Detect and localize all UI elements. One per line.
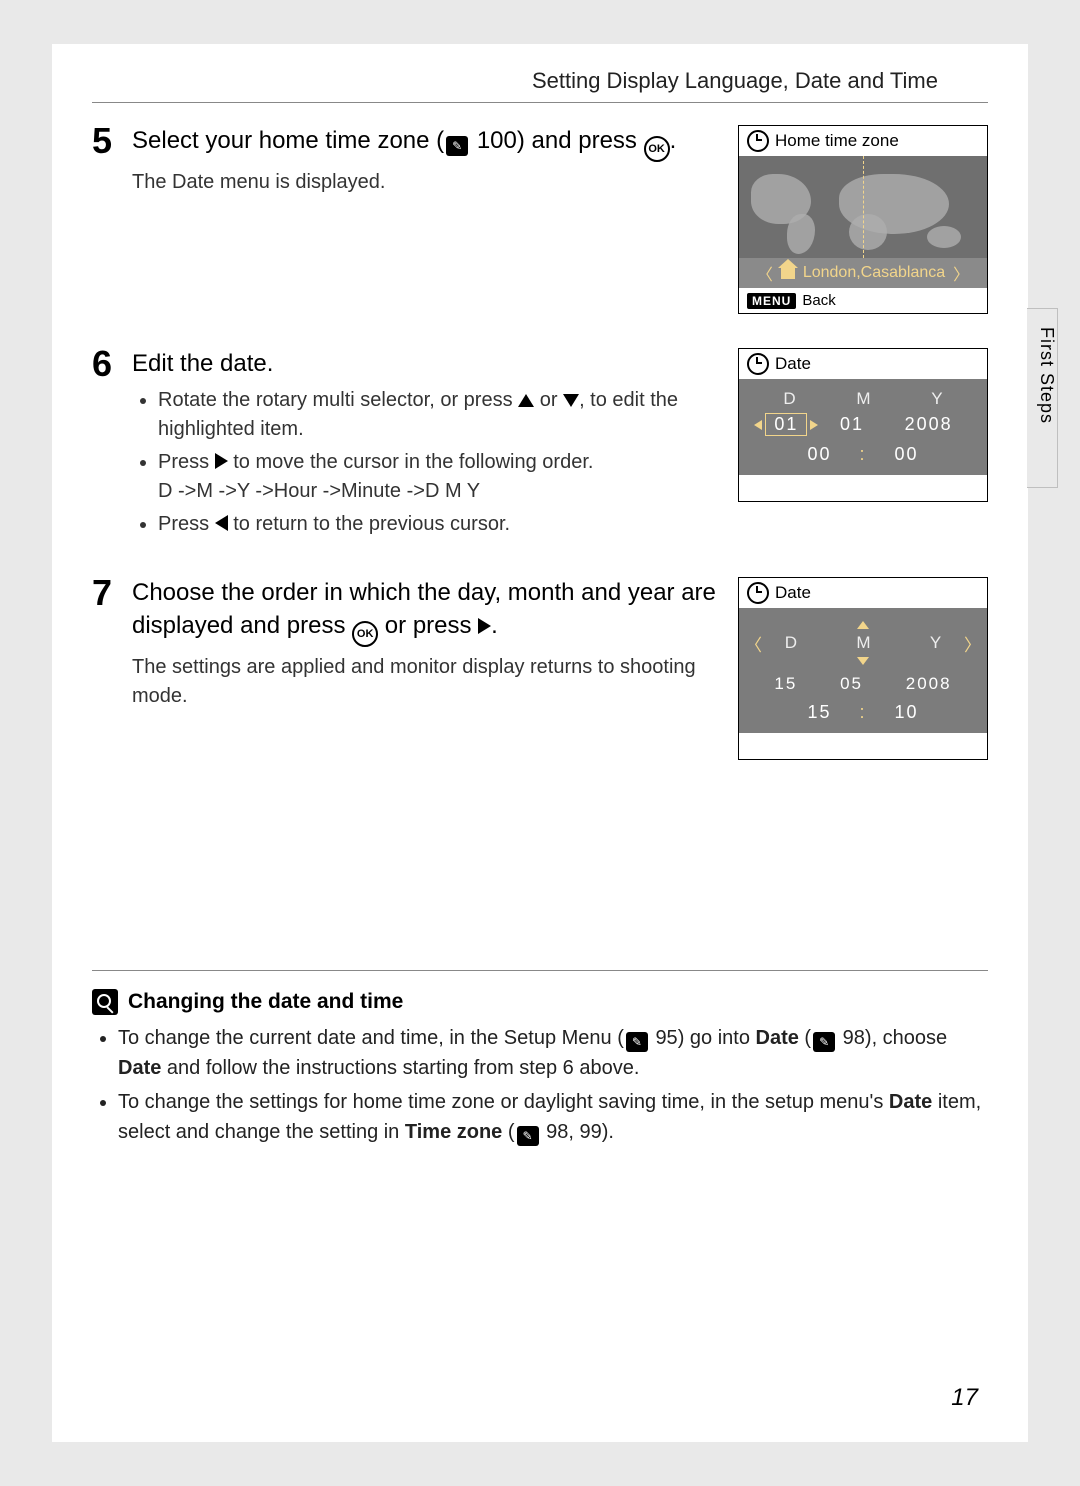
world-map (739, 156, 987, 258)
value-month: 01 (840, 414, 864, 435)
up-arrow-icon (518, 394, 534, 407)
step-bullets: Rotate the rotary multi selector, or pre… (132, 386, 718, 539)
value-hour: 00 (807, 444, 831, 465)
book-icon: ✎ (446, 136, 468, 156)
label-m: M (856, 389, 870, 409)
value-hour: 15 (807, 702, 831, 723)
step-title: Choose the order in which the day, month… (132, 577, 718, 647)
value-year: 2008 (906, 674, 952, 694)
note-bullet: To change the settings for home time zon… (118, 1087, 988, 1147)
label-d: D (783, 389, 795, 409)
book-icon: ✎ (626, 1032, 648, 1052)
bullet: Press to return to the previous cursor. (158, 510, 718, 539)
chevron-right-icon: 〉 (964, 631, 981, 656)
label-d: D (785, 633, 797, 653)
value-year: 2008 (905, 414, 953, 435)
value-month: 05 (840, 674, 863, 694)
screen-date-edit: Date D M Y 01 01 2008 00 : 0 (738, 348, 988, 502)
left-arrow-icon (215, 515, 228, 531)
step-number: 5 (92, 123, 132, 159)
timezone-city: London,Casablanca (803, 264, 945, 282)
bullet: Rotate the rotary multi selector, or pre… (158, 386, 718, 444)
value-minute: 10 (895, 702, 919, 723)
label-m-cursor: M (856, 633, 870, 653)
screen-title: Home time zone (775, 131, 899, 151)
text: ) and press (517, 127, 644, 154)
page-number: 17 (951, 1384, 978, 1412)
screen-title: Date (775, 354, 811, 374)
timezone-selector: 〈 London,Casablanca 〉 (739, 258, 987, 288)
clock-icon (747, 353, 769, 375)
step-6: 6 Edit the date. Rotate the rotary multi… (92, 348, 988, 543)
step-number: 6 (92, 346, 132, 382)
text: Select your home time zone ( (132, 127, 444, 154)
menu-chip: MENU (747, 293, 796, 309)
chevron-right-icon: 〉 (953, 261, 969, 285)
step-desc: The Date menu is displayed. (132, 168, 718, 197)
back-label: Back (802, 292, 835, 309)
down-arrow-icon (563, 394, 579, 407)
clock-icon (747, 582, 769, 604)
label-y: Y (930, 633, 941, 653)
right-arrow-icon (478, 618, 491, 634)
note-heading: Changing the date and time (128, 990, 403, 1014)
step-desc: The settings are applied and monitor dis… (132, 653, 718, 711)
book-icon: ✎ (517, 1126, 539, 1146)
page-header: Setting Display Language, Date and Time (92, 44, 988, 103)
step-number: 7 (92, 575, 132, 611)
value-day-cursor: 01 (765, 413, 807, 436)
book-icon: ✎ (813, 1032, 835, 1052)
manual-page: First Steps Setting Display Language, Da… (52, 44, 1028, 1442)
clock-icon (747, 130, 769, 152)
home-icon (781, 267, 795, 279)
note-bullet: To change the current date and time, in … (118, 1023, 988, 1083)
screen-title: Date (775, 583, 811, 603)
content: 5 Select your home time zone (✎ 100) and… (92, 125, 988, 760)
ok-button-icon: OK (352, 621, 378, 647)
section-tab: First Steps (1027, 308, 1058, 488)
page-ref: 100 (477, 127, 517, 154)
value-day: 15 (774, 674, 797, 694)
value-minute: 00 (895, 444, 919, 465)
meridian-line (863, 156, 864, 258)
screen-home-time-zone: Home time zone 〈 London,Casablanca (738, 125, 988, 314)
note-section: Changing the date and time To change the… (92, 970, 988, 1147)
label-y: Y (931, 389, 942, 409)
step-7: 7 Choose the order in which the day, mon… (92, 577, 988, 760)
ok-button-icon: OK (644, 136, 670, 162)
bullet: Press to move the cursor in the followin… (158, 448, 718, 506)
step-title: Edit the date. (132, 348, 718, 380)
step-title: Select your home time zone (✎ 100) and p… (132, 125, 718, 162)
step-5: 5 Select your home time zone (✎ 100) and… (92, 125, 988, 314)
info-icon (92, 989, 118, 1015)
right-arrow-icon (215, 453, 228, 469)
chevron-left-icon: 〈 (745, 631, 762, 656)
chevron-left-icon: 〈 (757, 261, 773, 285)
screen-date-order: Date 〈 D M Y 〉 15 05 2008 15 (738, 577, 988, 760)
